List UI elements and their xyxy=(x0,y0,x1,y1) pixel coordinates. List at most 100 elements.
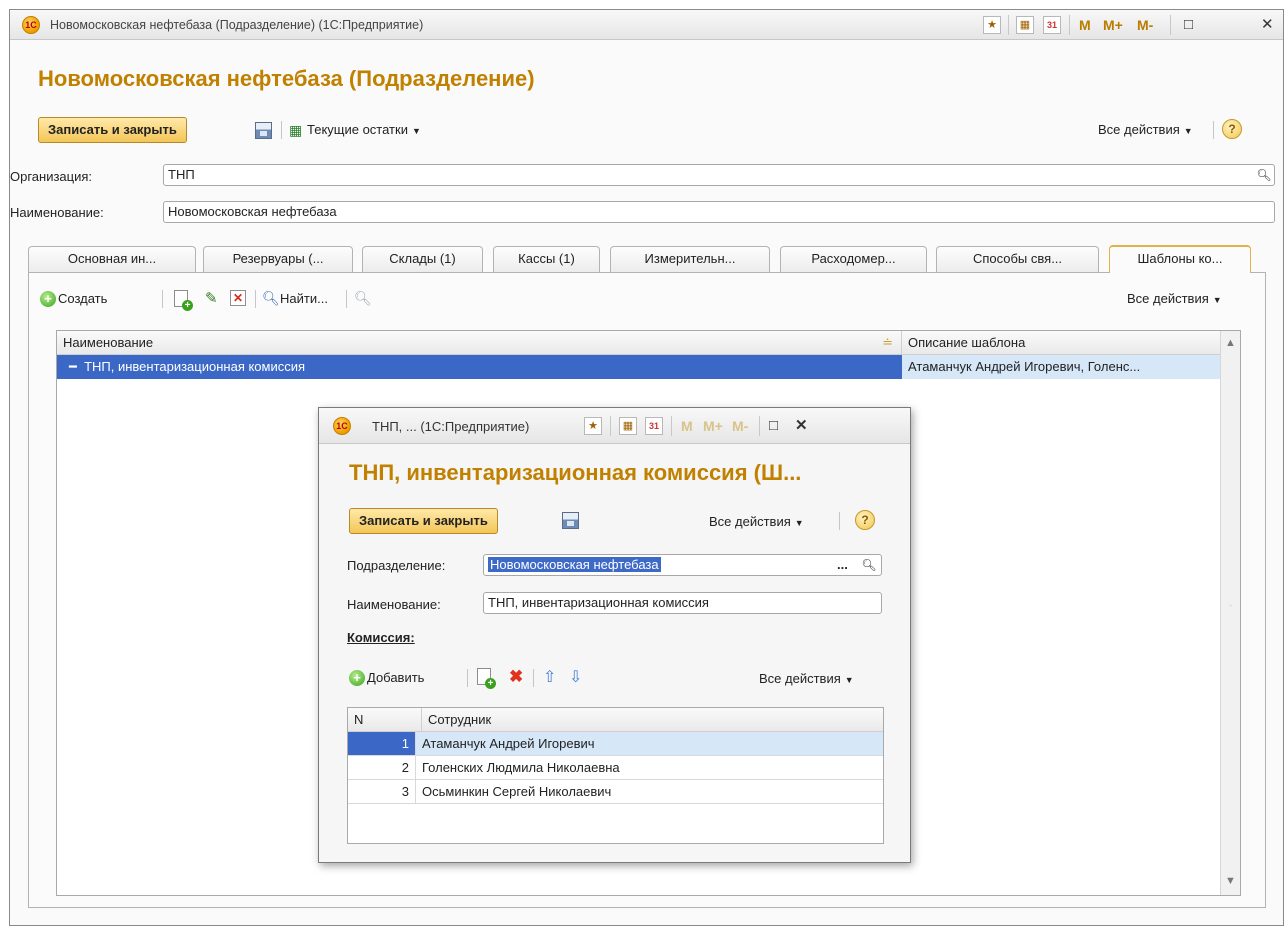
popup-window: 1C ТНП, ... (1С:Предприятие) ★ ▦ 31 M M+… xyxy=(318,407,911,863)
titlebar-separator xyxy=(610,416,611,436)
maximize-icon[interactable]: □ xyxy=(769,418,778,434)
tab-warehouses[interactable]: Склады (1) xyxy=(362,246,483,272)
cancel-search-icon[interactable]: 🔍︎ xyxy=(354,290,372,307)
calculator-icon[interactable]: ▦ xyxy=(619,417,637,435)
window-title: Новомосковская нефтебаза (Подразделение)… xyxy=(50,18,424,32)
employee-cell: Осьминкин Сергей Николаевич xyxy=(422,784,612,799)
1c-logo-icon: 1C xyxy=(333,417,351,435)
copy-icon[interactable] xyxy=(174,290,193,311)
favorite-icon[interactable]: ★ xyxy=(584,417,602,435)
find-button[interactable]: Найти... xyxy=(280,291,328,306)
column-header-description[interactable]: Описание шаблона xyxy=(902,331,1220,355)
delete-icon[interactable]: ✖ xyxy=(509,667,523,687)
column-header-name[interactable]: Наименование ≐ xyxy=(57,331,902,355)
column-header-n[interactable]: N xyxy=(348,708,422,732)
memory-plus-button[interactable]: M+ xyxy=(703,418,723,434)
popup-name-label: Наименование: xyxy=(347,597,441,612)
name-label: Наименование: xyxy=(10,205,104,220)
toolbar-separator xyxy=(1213,121,1214,139)
memory-minus-button[interactable]: M- xyxy=(1137,17,1153,33)
popup-name-field[interactable]: ТНП, инвентаризационная комиссия xyxy=(483,592,882,614)
employee-cell: Голенских Людмила Николаевна xyxy=(422,760,620,775)
maximize-icon[interactable]: □ xyxy=(1184,17,1193,33)
titlebar-separator xyxy=(759,416,760,436)
list-all-actions-menu[interactable]: Все действия ▼ xyxy=(1127,291,1222,306)
edit-pencil-icon[interactable]: ✎ xyxy=(205,289,218,307)
scroll-down-icon[interactable]: ▼ xyxy=(1221,875,1240,887)
calculator-icon[interactable]: ▦ xyxy=(1016,16,1034,34)
list-all-actions-label: Все действия xyxy=(1127,291,1209,306)
table-row[interactable]: 1 Атаманчук Андрей Игоревич xyxy=(348,732,883,756)
copy-icon[interactable] xyxy=(477,668,496,689)
current-stock-label: Текущие остатки xyxy=(307,122,408,137)
help-icon[interactable]: ? xyxy=(1222,119,1242,139)
search-icon[interactable]: 🔍︎ xyxy=(1255,165,1273,185)
popup-name-value: ТНП, инвентаризационная комиссия xyxy=(488,595,709,610)
memory-m-button[interactable]: M xyxy=(681,418,693,434)
all-actions-label: Все действия xyxy=(1098,122,1180,137)
save-icon[interactable] xyxy=(562,512,579,529)
name-field[interactable]: Новомосковская нефтебаза xyxy=(163,201,1275,223)
employee-cell: Атаманчук Андрей Игоревич xyxy=(422,736,595,751)
column-header-name-label: Наименование xyxy=(63,335,154,350)
scroll-thumb[interactable]: ◦ xyxy=(1221,601,1240,610)
popup-all-actions-menu[interactable]: Все действия ▼ xyxy=(709,514,804,529)
row-description-cell: Атаманчук Андрей Игоревич, Голенс... xyxy=(902,355,1220,379)
search-icon[interactable]: 🔍︎ xyxy=(860,555,878,575)
table-row[interactable]: ━ ТНП, инвентаризационная комиссия xyxy=(57,355,902,379)
table-row[interactable]: 3 Осьминкин Сергей Николаевич xyxy=(348,780,883,804)
memory-minus-button[interactable]: M- xyxy=(732,418,748,434)
save-and-close-button[interactable]: Записать и закрыть xyxy=(38,117,187,143)
tab-templates[interactable]: Шаблоны ко... xyxy=(1109,245,1251,273)
scroll-up-icon[interactable]: ▲ xyxy=(1221,337,1240,349)
titlebar-separator xyxy=(1069,15,1070,35)
popup-save-and-close-button[interactable]: Записать и закрыть xyxy=(349,508,498,534)
row-number-cell: 3 xyxy=(348,780,416,803)
help-icon[interactable]: ? xyxy=(855,510,875,530)
tab-main-info[interactable]: Основная ин... xyxy=(28,246,196,272)
current-stock-menu[interactable]: Текущие остатки ▼ xyxy=(307,122,421,137)
tab-contact-methods[interactable]: Способы свя... xyxy=(936,246,1099,272)
toolbar-separator xyxy=(162,290,163,308)
delete-icon[interactable]: ✕ xyxy=(230,290,246,306)
popup-all-actions-label: Все действия xyxy=(709,514,791,529)
table-all-actions-label: Все действия xyxy=(759,671,841,686)
table-icon: ▦ xyxy=(289,122,303,138)
calendar-icon[interactable]: 31 xyxy=(1043,16,1061,34)
collapse-icon[interactable]: ━ xyxy=(69,359,77,374)
favorite-icon[interactable]: ★ xyxy=(983,16,1001,34)
popup-title: ТНП, ... (1С:Предприятие) xyxy=(372,419,530,434)
chevron-down-icon: ▼ xyxy=(411,126,421,136)
calendar-icon[interactable]: 31 xyxy=(645,417,663,435)
main-titlebar: 1C Новомосковская нефтебаза (Подразделен… xyxy=(10,10,1283,40)
toolbar-separator xyxy=(281,121,282,139)
tab-tanks[interactable]: Резервуары (... xyxy=(203,246,353,272)
move-down-icon[interactable]: ⇩ xyxy=(569,667,582,687)
move-up-icon[interactable]: ⇧ xyxy=(543,667,556,687)
row-name-cell: ТНП, инвентаризационная комиссия xyxy=(84,359,306,374)
titlebar-separator xyxy=(671,416,672,436)
tab-flowmeters[interactable]: Расходомер... xyxy=(780,246,927,272)
add-icon: + xyxy=(349,670,365,686)
tab-cash[interactable]: Кассы (1) xyxy=(493,246,600,272)
vertical-scrollbar[interactable]: ▲ ◦ ▼ xyxy=(1220,331,1240,895)
close-icon[interactable]: ✕ xyxy=(1261,17,1274,33)
memory-m-button[interactable]: M xyxy=(1079,17,1091,33)
table-row[interactable]: 2 Голенских Людмила Николаевна xyxy=(348,756,883,780)
memory-plus-button[interactable]: M+ xyxy=(1103,17,1123,33)
create-icon: + xyxy=(40,291,56,307)
select-more-button[interactable]: ... xyxy=(837,557,848,572)
save-icon[interactable] xyxy=(255,122,272,139)
all-actions-menu[interactable]: Все действия ▼ xyxy=(1098,122,1193,137)
department-field[interactable]: Новомосковская нефтебаза xyxy=(483,554,882,576)
table-all-actions-menu[interactable]: Все действия ▼ xyxy=(759,671,854,686)
tab-measuring[interactable]: Измерительн... xyxy=(610,246,770,272)
create-button[interactable]: Создать xyxy=(58,291,107,306)
chevron-down-icon: ▼ xyxy=(1212,295,1222,305)
column-header-employee[interactable]: Сотрудник xyxy=(422,708,883,732)
close-icon[interactable]: ✕ xyxy=(795,418,808,434)
organization-field[interactable]: ТНП xyxy=(163,164,1275,186)
commission-label: Комиссия: xyxy=(347,630,415,645)
add-button[interactable]: Добавить xyxy=(367,670,424,685)
titlebar-separator xyxy=(1008,15,1009,35)
